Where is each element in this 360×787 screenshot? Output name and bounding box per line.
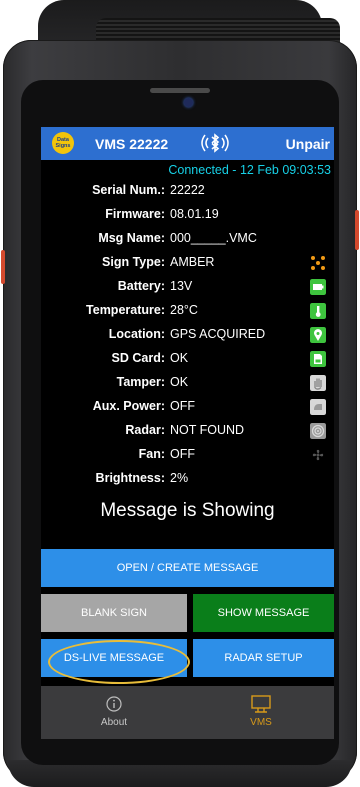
radar-setup-button[interactable]: RADAR SETUP: [193, 639, 334, 677]
logo-text-bottom: Signs: [55, 143, 71, 149]
app-header: Data Signs VMS 22222 Unpair: [41, 127, 334, 160]
info-label: Firmware:: [105, 207, 165, 221]
info-label: Fan:: [138, 447, 165, 461]
info-icon: [106, 696, 122, 712]
thermometer-icon: [310, 303, 326, 319]
open-create-message-button[interactable]: OPEN / CREATE MESSAGE: [41, 549, 334, 587]
message-status-text: Message is Showing: [100, 500, 275, 521]
location-pin-icon: [310, 327, 326, 343]
info-row-radar: Radar: NOT FOUND: [41, 423, 334, 443]
info-row-location: Location: GPS ACQUIRED: [41, 327, 334, 347]
nav-vms-label: VMS: [250, 717, 272, 728]
nav-vms[interactable]: VMS: [188, 686, 334, 739]
blank-sign-button[interactable]: BLANK SIGN: [41, 594, 187, 632]
info-value: 000_____.VMC: [170, 231, 257, 245]
battery-icon: [310, 279, 326, 295]
info-value: 08.01.19: [170, 207, 219, 221]
bottom-navigation: About VMS: [41, 686, 334, 739]
info-row-sign-type: Sign Type: AMBER: [41, 255, 334, 275]
connection-status: Connected - 12 Feb 09:03:53: [168, 163, 331, 177]
data-signs-logo: Data Signs: [52, 132, 74, 154]
info-value: OK: [170, 375, 189, 389]
info-value: GPS ACQUIRED: [170, 327, 266, 341]
highlight-circle-annotation: [48, 640, 190, 684]
info-label: Brightness:: [95, 471, 165, 485]
info-row-serial: Serial Num.: 22222: [41, 183, 334, 203]
device-title: VMS 22222: [95, 136, 169, 152]
side-button-left: [1, 250, 5, 284]
info-row-msg-name: Msg Name: 000_____.VMC: [41, 231, 334, 251]
radar-icon: [310, 423, 326, 439]
info-row-temperature: Temperature: 28°C: [41, 303, 334, 323]
info-value: 28°C: [170, 303, 198, 317]
earpiece-slot: [150, 88, 210, 93]
info-value: OFF: [170, 399, 195, 413]
info-label: Location:: [108, 327, 165, 341]
info-value: NOT FOUND: [170, 423, 245, 437]
info-row-brightness: Brightness: 2%: [41, 471, 334, 491]
unpair-button[interactable]: Unpair: [286, 136, 330, 152]
hand-icon: [310, 375, 326, 391]
info-value: 22222: [170, 183, 205, 197]
nav-about[interactable]: About: [41, 686, 187, 739]
info-label: Battery:: [117, 279, 165, 293]
side-button-right: [355, 210, 359, 250]
info-label: Sign Type:: [102, 255, 165, 269]
front-camera: [184, 98, 193, 107]
info-row-sd-card: SD Card: OK: [41, 351, 334, 371]
info-value: 13V: [170, 279, 193, 293]
info-row-battery: Battery: 13V: [41, 279, 334, 299]
sign-board-icon: [251, 695, 271, 713]
info-value: OK: [170, 351, 189, 365]
power-plug-icon: [310, 399, 326, 415]
info-row-fan: Fan: OFF: [41, 447, 334, 467]
show-message-button[interactable]: SHOW MESSAGE: [193, 594, 334, 632]
info-label: SD Card:: [111, 351, 165, 365]
info-value: 2%: [170, 471, 189, 485]
nav-about-label: About: [100, 717, 128, 728]
info-label: Serial Num.:: [92, 183, 165, 197]
amber-dots-icon: [311, 256, 325, 270]
info-label: Tamper:: [116, 375, 165, 389]
sd-card-icon: [310, 351, 326, 367]
app-screen: Data Signs VMS 22222 Unpair Connected - …: [41, 127, 334, 739]
info-label: Temperature:: [86, 303, 165, 317]
info-value: OFF: [170, 447, 195, 461]
bluetooth-connected-icon[interactable]: [198, 132, 232, 154]
info-label: Msg Name:: [98, 231, 165, 245]
info-label: Aux. Power:: [92, 399, 165, 413]
info-label: Radar:: [125, 423, 165, 437]
info-row-aux-power: Aux. Power: OFF: [41, 399, 334, 419]
fan-icon: [312, 449, 324, 461]
info-row-firmware: Firmware: 08.01.19: [41, 207, 334, 227]
info-row-tamper: Tamper: OK: [41, 375, 334, 395]
info-value: AMBER: [170, 255, 215, 269]
